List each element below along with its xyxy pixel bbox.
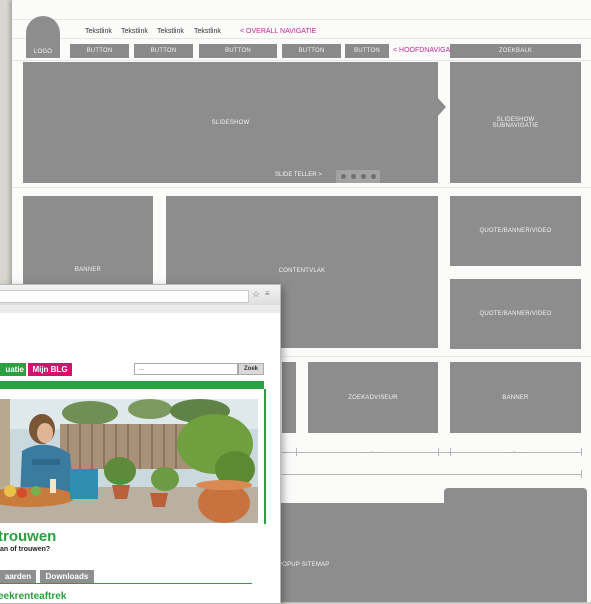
- dimension-line: [282, 474, 582, 475]
- hero-photo: [0, 399, 258, 523]
- nav-button-label: BUTTON: [86, 48, 113, 54]
- green-header-band: [0, 381, 264, 389]
- slideshow-label: SLIDESHOW: [211, 119, 250, 126]
- slide-dot[interactable]: [361, 174, 366, 179]
- search-button-label: Zoek: [243, 366, 258, 372]
- dimension-tick: [450, 448, 451, 456]
- grid-line: [12, 19, 591, 20]
- search-bar-label: ZOEKBALK: [498, 48, 533, 54]
- text-link[interactable]: Tekstlink: [85, 28, 112, 35]
- page-subheadline: an of trouwen?: [0, 546, 51, 553]
- text-link[interactable]: Tekstlink: [194, 28, 221, 35]
- tab-label: Downloads: [45, 572, 89, 581]
- nav-button[interactable]: BUTTON: [282, 44, 341, 58]
- slide-dot[interactable]: [351, 174, 356, 179]
- browser-menu-icon[interactable]: ≡: [265, 289, 270, 298]
- nav-button-label: BUTTON: [150, 48, 177, 54]
- quote-banner-video-1[interactable]: QUOTE/BANNER/VIDEO: [450, 196, 581, 266]
- slide-dot[interactable]: [371, 174, 376, 179]
- text-link[interactable]: Tekstlink: [157, 28, 184, 35]
- slide-dot[interactable]: [341, 174, 346, 179]
- popup-sitemap-label: POPUP SITEMAP: [278, 561, 330, 568]
- dimension-tick: [581, 470, 582, 478]
- page-headline: trouwen: [0, 528, 57, 545]
- grid-line: [12, 38, 591, 39]
- grid-line: [12, 60, 591, 61]
- tab-label: aarden: [4, 572, 32, 581]
- dimension-label: — 1 — —: [366, 449, 384, 454]
- dimension-tick: [296, 448, 297, 456]
- slideshow-next-arrow-icon[interactable]: [437, 97, 446, 117]
- banner-right-label: BANNER: [502, 394, 529, 401]
- logo-block: LOGO: [26, 16, 60, 58]
- nav-item-green[interactable]: uatie: [0, 363, 26, 376]
- section-heading: eekrenteaftrek: [0, 591, 67, 602]
- partial-block: [282, 362, 296, 433]
- quote-banner-video-2[interactable]: QUOTE/BANNER/VIDEO: [450, 279, 581, 349]
- nav-button[interactable]: BUTTON: [134, 44, 193, 58]
- browser-window: ☆ ≡ uatie Mijn BLG ... Zoek trouwen an o…: [0, 284, 281, 604]
- tab-voorwaarden[interactable]: aarden: [0, 570, 36, 583]
- browser-toolbar: ☆ ≡: [0, 285, 280, 306]
- quote-banner-video-label: QUOTE/BANNER/VIDEO: [479, 311, 552, 317]
- tab-downloads[interactable]: Downloads: [40, 570, 94, 583]
- dimension-label: — 1 — —: [508, 449, 526, 454]
- dimension-tick: [581, 448, 582, 456]
- search-advisor-block[interactable]: ZOEKADVISEUR: [308, 362, 438, 433]
- nav-button-label: BUTTON: [298, 48, 325, 54]
- slide-counter-label: SLIDE TELLER >: [275, 172, 322, 178]
- content-area-label: CONTENTVLAK: [278, 268, 326, 274]
- logo-label: LOGO: [33, 49, 53, 55]
- popup-sitemap-block[interactable]: POPUP SITEMAP: [270, 503, 587, 602]
- nav-item-label: uatie: [5, 365, 24, 374]
- dimension-line: [282, 452, 582, 453]
- slideshow-subnav-label: SLIDESHOW SUBNAVIGATIE: [492, 116, 539, 129]
- bookmark-star-icon[interactable]: ☆: [252, 289, 260, 300]
- nav-button[interactable]: BUTTON: [345, 44, 389, 58]
- nav-button-label: BUTTON: [225, 48, 251, 54]
- search-button[interactable]: Zoek: [238, 363, 264, 375]
- banner-left-label: BANNER: [74, 266, 102, 273]
- text-link[interactable]: Tekstlink: [121, 28, 148, 35]
- slideshow-block[interactable]: SLIDESHOW: [23, 62, 438, 183]
- dimension-tick: [438, 448, 439, 456]
- overall-nav-annotation: < OVERALL NAVIGATIE: [240, 28, 317, 35]
- search-input[interactable]: ...: [134, 363, 238, 375]
- nav-button[interactable]: BUTTON: [199, 44, 277, 58]
- slideshow-subnav-block[interactable]: SLIDESHOW SUBNAVIGATIE: [450, 62, 581, 183]
- banner-right-block[interactable]: BANNER: [450, 362, 581, 433]
- address-bar[interactable]: [0, 290, 249, 303]
- nav-item-mijn-blg[interactable]: Mijn BLG: [28, 363, 72, 376]
- search-bar-block[interactable]: ZOEKBALK: [450, 44, 581, 58]
- nav-button-label: BUTTON: [354, 48, 380, 54]
- tab-underline: [0, 583, 252, 584]
- search-advisor-label: ZOEKADVISEUR: [348, 394, 398, 401]
- nav-item-label: Mijn BLG: [32, 365, 68, 374]
- nav-button[interactable]: BUTTON: [70, 44, 129, 58]
- browser-tab-strip: [0, 305, 280, 313]
- grid-line: [12, 187, 591, 188]
- quote-banner-video-label: QUOTE/BANNER/VIDEO: [479, 228, 552, 234]
